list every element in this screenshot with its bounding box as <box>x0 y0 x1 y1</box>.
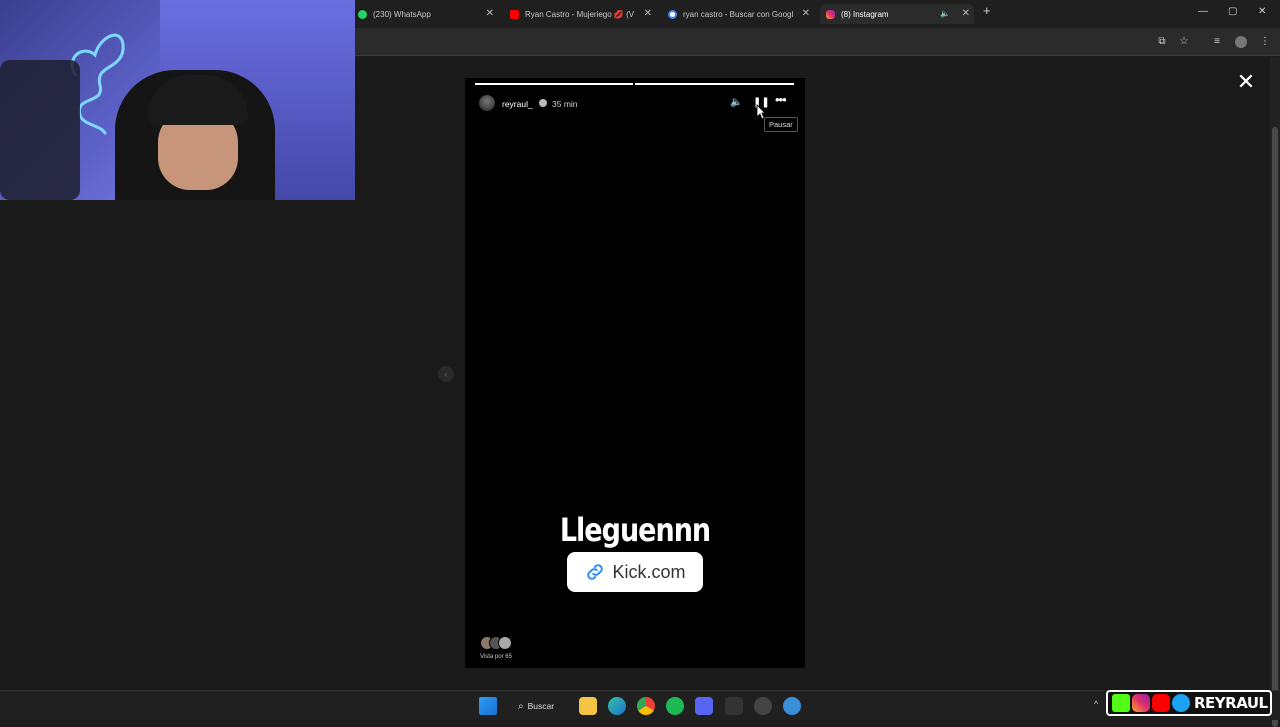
mouse-cursor-icon <box>756 104 766 120</box>
tab-instagram[interactable]: (8) Instagram 🔈 ✕ <box>820 4 974 24</box>
taskbar: ⌕ Buscar ^ <box>0 690 1280 720</box>
story-username[interactable]: reyraul_ <box>502 99 533 109</box>
terminal-icon[interactable] <box>725 697 743 715</box>
story-progress-segment <box>475 83 633 85</box>
menu-icon[interactable]: ⋮ <box>1259 36 1271 48</box>
tab-title: ryan castro - Buscar con Googl <box>683 9 794 19</box>
viewers-count[interactable]: Vista por 65 <box>480 654 512 660</box>
link-sticker[interactable]: Kick.com <box>567 552 703 592</box>
kick-icon <box>1112 694 1130 712</box>
instagram-icon <box>826 9 835 19</box>
star-icon[interactable]: ☆ <box>1178 36 1190 48</box>
spotify-icon[interactable] <box>666 697 684 715</box>
close-icon[interactable]: ✕ <box>486 8 494 20</box>
maximize-button[interactable]: ▢ <box>1228 6 1237 17</box>
tab-youtube[interactable]: Ryan Castro - Mujeriego 💋 (V ✕ <box>504 4 656 24</box>
speaker-icon[interactable]: 🔈 <box>940 8 950 20</box>
youtube-icon <box>510 9 519 19</box>
tab-google[interactable]: ryan castro - Buscar con Googl ✕ <box>662 4 814 24</box>
edge-icon[interactable] <box>608 697 626 715</box>
viewer-avatar <box>498 636 512 650</box>
banner-text: REYRAUL <box>1194 694 1268 712</box>
obs-icon[interactable] <box>754 697 772 715</box>
globe-icon[interactable] <box>783 697 801 715</box>
volume-icon[interactable]: 🔈 <box>730 96 742 110</box>
link-icon <box>587 564 604 580</box>
profile-avatar[interactable] <box>1235 36 1247 48</box>
story-header: reyraul_ 35 min 🔈 ❚❚ ••• <box>465 93 805 114</box>
windows-start-icon[interactable] <box>479 697 497 715</box>
webcam-overlay <box>0 0 355 200</box>
pause-tooltip: Pausar <box>764 117 798 132</box>
tab-title: (8) Instagram <box>841 9 889 19</box>
install-icon[interactable]: ⧉ <box>1156 36 1168 48</box>
minimize-button[interactable]: — <box>1198 6 1208 17</box>
avatar[interactable] <box>479 95 495 111</box>
story-caption: Lleguennn <box>559 512 711 550</box>
more-options-icon[interactable]: ••• <box>775 93 787 107</box>
twitter-icon <box>1172 694 1190 712</box>
webcam-chair <box>0 60 80 200</box>
streamer-banner: REYRAUL <box>1106 690 1272 716</box>
link-sticker-label: Kick.com <box>612 561 686 582</box>
close-icon[interactable]: ✕ <box>962 8 970 20</box>
verified-badge-icon <box>539 99 547 107</box>
google-icon <box>668 9 677 19</box>
media-control-icon[interactable]: ≡ <box>1211 36 1223 48</box>
new-tab-button[interactable]: + <box>983 3 991 18</box>
scrollbar[interactable] <box>1270 57 1280 727</box>
close-story-button[interactable]: ✕ <box>1236 71 1256 93</box>
search-icon: ⌕ <box>518 700 524 712</box>
tab-whatsapp[interactable]: (230) WhatsApp ✕ <box>352 4 498 24</box>
tab-title: (230) WhatsApp <box>373 9 431 19</box>
taskbar-search[interactable]: ⌕ Buscar <box>512 696 572 716</box>
close-icon[interactable]: ✕ <box>644 8 652 20</box>
scrollbar-thumb[interactable] <box>1272 127 1278 727</box>
story-time: 35 min <box>552 99 578 109</box>
youtube-icon <box>1152 694 1170 712</box>
tab-title: Ryan Castro - Mujeriego 💋 (V <box>525 9 635 19</box>
whatsapp-icon <box>358 9 367 19</box>
taskbar-search-label: Buscar <box>527 701 555 711</box>
instagram-icon <box>1132 694 1150 712</box>
close-window-button[interactable]: ✕ <box>1258 6 1266 17</box>
close-icon[interactable]: ✕ <box>802 8 810 20</box>
previous-story-button[interactable]: ‹ <box>438 366 454 382</box>
story-progress-segment <box>635 83 794 85</box>
chevron-up-icon[interactable]: ^ <box>1094 699 1098 709</box>
chrome-icon[interactable] <box>637 697 655 715</box>
file-explorer-icon[interactable] <box>579 697 597 715</box>
discord-icon[interactable] <box>695 697 713 715</box>
